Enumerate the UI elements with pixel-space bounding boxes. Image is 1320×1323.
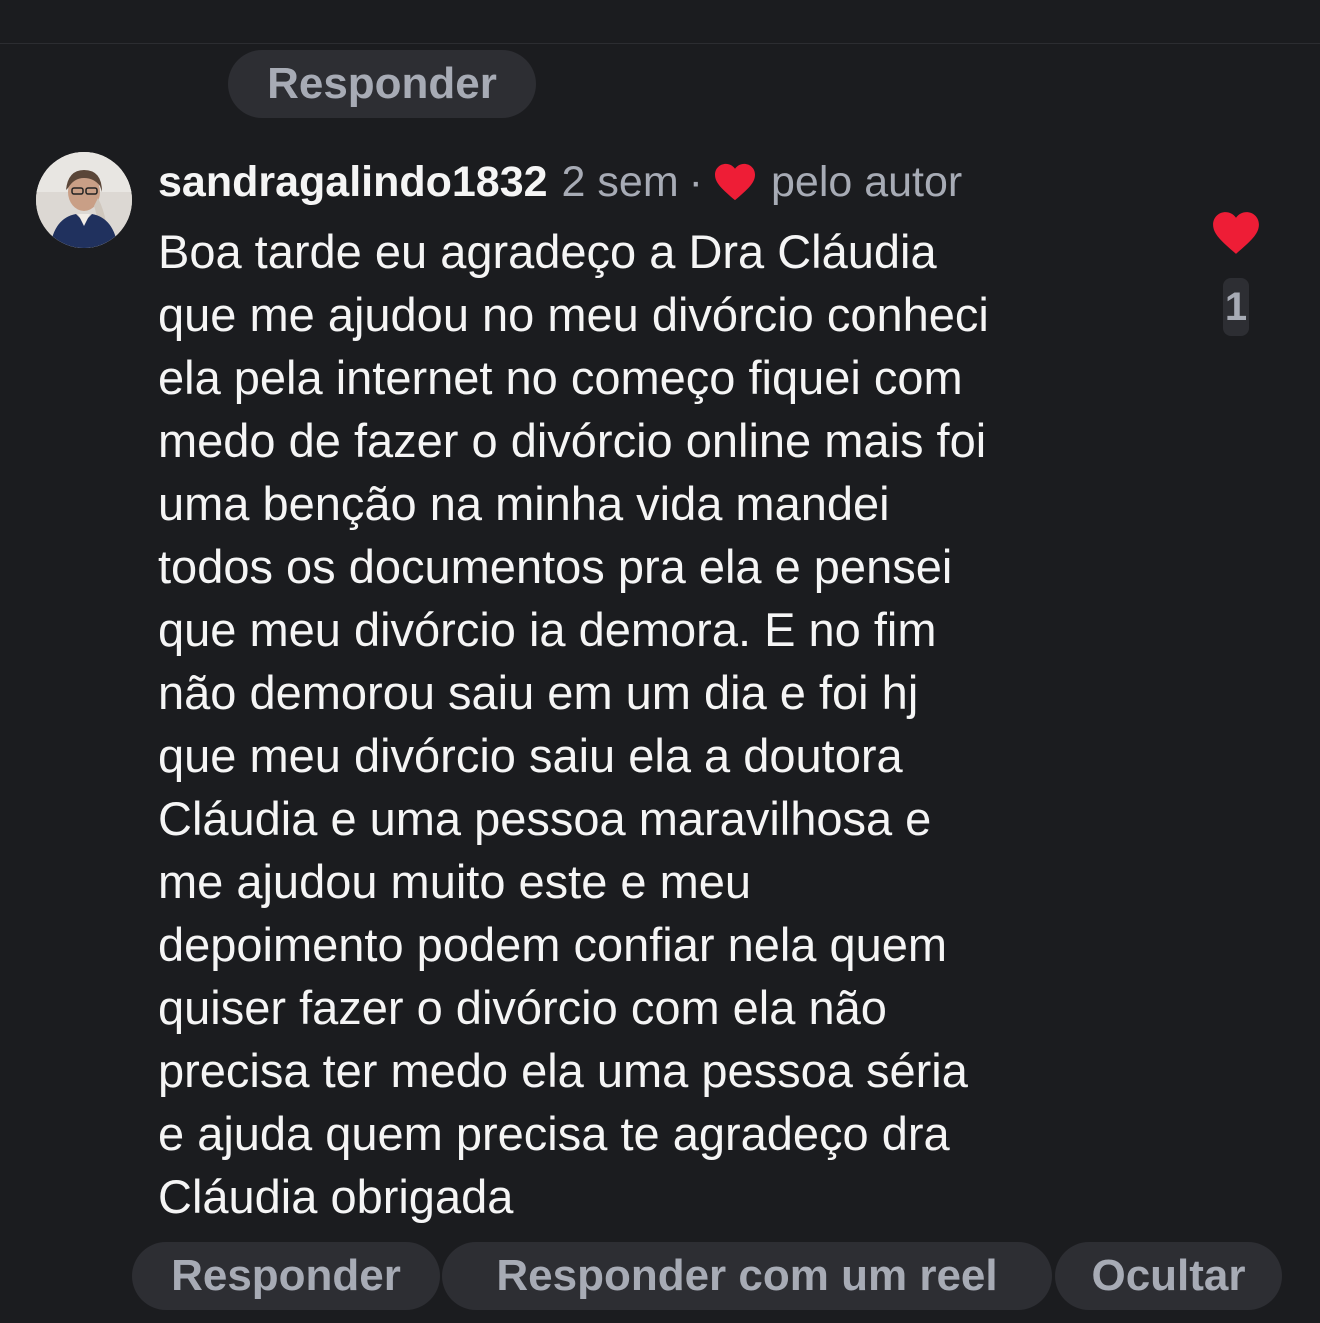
comment-line: Boa tarde eu agradeço a Dra Cláudia [158, 225, 937, 278]
comment-body: Boa tarde eu agradeço a Dra Cláudia que … [158, 220, 1168, 1228]
comment-line: não demorou saiu em um dia e foi hj [158, 666, 919, 719]
reply-button[interactable]: Responder [132, 1242, 440, 1310]
comment-line: me ajudou muito este e meu [158, 855, 752, 908]
liked-by-author-label: pelo autor [770, 157, 963, 206]
comment-header: sandragalindo1832 2 sem · pelo autor [158, 152, 962, 212]
comment-line: quiser fazer o divórcio com ela não [158, 981, 887, 1034]
top-divider [0, 43, 1320, 44]
comment-line: medo de fazer o divórcio online mais foi [158, 414, 987, 467]
comment-line: todos os documentos pra ela e pensei [158, 540, 953, 593]
comment-time: 2 sem [561, 157, 679, 206]
previous-reply-button[interactable]: Responder [228, 50, 536, 118]
comment-line: precisa ter medo ela uma pessoa séria [158, 1044, 968, 1097]
reply-with-reel-button[interactable]: Responder com um reel [442, 1242, 1052, 1310]
hide-button[interactable]: Ocultar [1055, 1242, 1282, 1310]
comment-line: que meu divórcio saiu ela a doutora [158, 729, 903, 782]
comment-line: Cláudia obrigada [158, 1170, 514, 1223]
comment-line: que meu divórcio ia demora. E no fim [158, 603, 937, 656]
like-count[interactable]: 1 [1223, 278, 1249, 336]
username[interactable]: sandragalindo1832 [158, 158, 548, 207]
comment-line: uma benção na minha vida mandei [158, 477, 890, 530]
comment-line: que me ajudou no meu divórcio conheci [158, 288, 989, 341]
comment-line: depoimento podem confiar nela quem [158, 918, 948, 971]
like-heart-icon[interactable] [1211, 210, 1261, 256]
heart-icon [713, 162, 757, 202]
comment-line: ela pela internet no começo fiquei com [158, 351, 963, 404]
comment-line: Cláudia e uma pessoa maravilhosa e [158, 792, 932, 845]
avatar[interactable] [36, 152, 132, 248]
separator-dot: · [688, 157, 703, 206]
comment-line: e ajuda quem precisa te agradeço dra [158, 1107, 950, 1160]
avatar-image [36, 152, 132, 248]
